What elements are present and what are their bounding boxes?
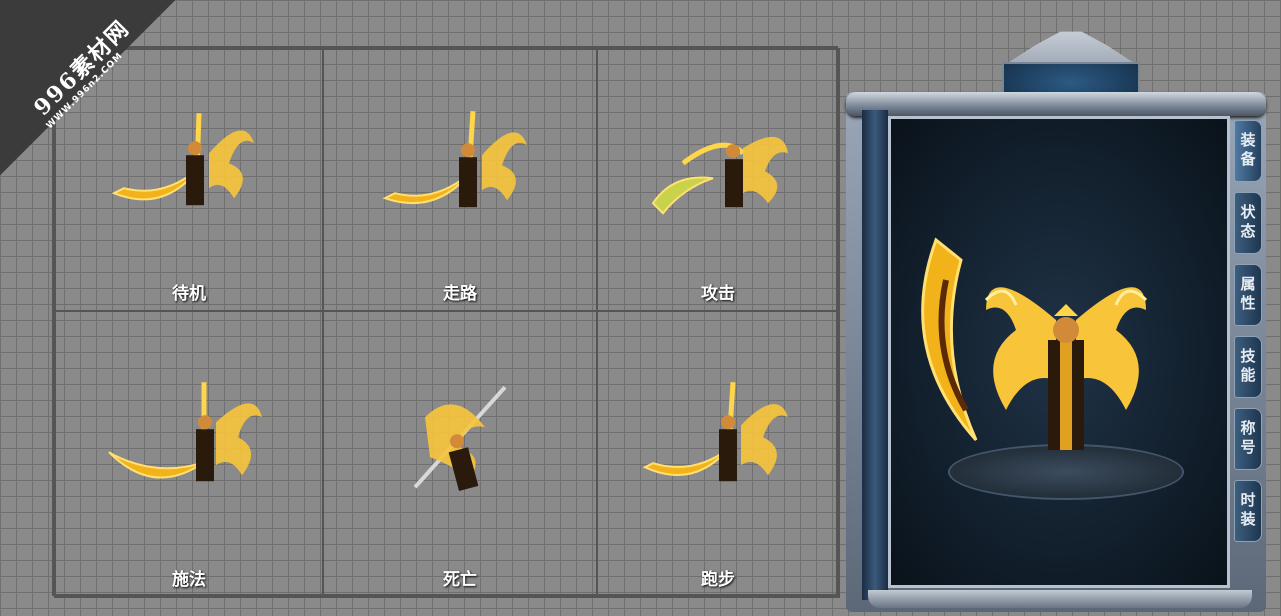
tab-attributes[interactable]: 属性 <box>1234 264 1262 326</box>
character-sprite-run <box>642 382 788 482</box>
animation-cell-attack[interactable]: 攻击 <box>596 48 840 312</box>
character-sprite-cast <box>108 382 262 482</box>
animation-label: 攻击 <box>701 284 735 304</box>
character-sprite-death <box>413 385 507 492</box>
panel-tabs: 装备 状态 属性 技能 称号 时装 <box>1234 120 1264 552</box>
animation-label: 待机 <box>172 284 206 304</box>
animation-label: 施法 <box>172 570 206 590</box>
character-sprite-attack <box>651 136 788 215</box>
tab-status[interactable]: 状态 <box>1234 192 1262 254</box>
character-model <box>921 237 1148 450</box>
animation-label: 走路 <box>443 284 477 304</box>
panel-left-rail <box>862 110 888 600</box>
watermark-title: 996素材网 <box>28 14 136 122</box>
tab-titles[interactable]: 称号 <box>1234 408 1262 470</box>
animation-label: 死亡 <box>443 570 477 590</box>
animation-label: 跑步 <box>701 570 735 590</box>
tab-equipment[interactable]: 装备 <box>1234 120 1262 182</box>
animation-cell-death[interactable]: 死亡 <box>322 310 598 598</box>
panel-bottom-bar <box>868 590 1252 608</box>
animation-cell-cast[interactable]: 施法 <box>54 310 324 598</box>
animation-cell-run[interactable]: 跑步 <box>596 310 840 598</box>
tab-fashion[interactable]: 时装 <box>1234 480 1262 542</box>
panel-top-bar <box>846 92 1266 116</box>
watermark: 996素材网 WWW.996n2.COM <box>0 0 175 175</box>
tab-skills[interactable]: 技能 <box>1234 336 1262 398</box>
animation-cell-walk[interactable]: 走路 <box>322 48 598 312</box>
character-sprite-walk <box>382 111 527 208</box>
